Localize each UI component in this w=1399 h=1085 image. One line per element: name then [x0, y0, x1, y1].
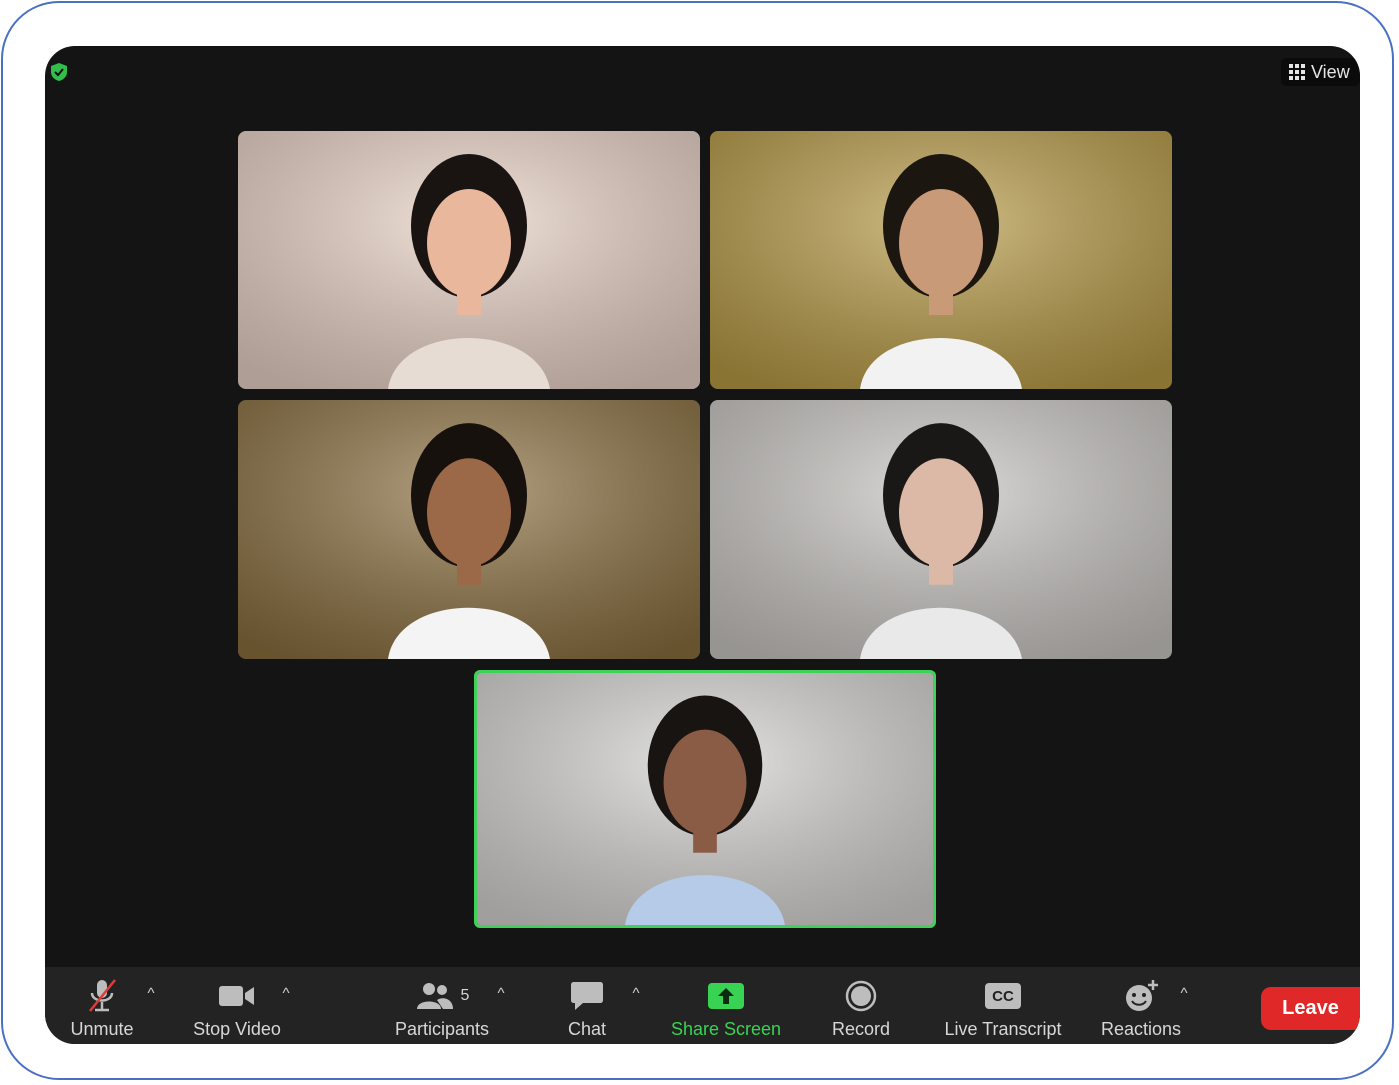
record-label: Record [831, 1019, 891, 1039]
share-screen-button[interactable]: Share Screen [667, 967, 785, 1044]
participant-2-video-frame [710, 131, 1172, 389]
live-transcript-label: Live Transcript [944, 1019, 1062, 1039]
participants-options-caret[interactable]: ^ [493, 985, 509, 1002]
participants-count: 5 [460, 987, 470, 1004]
record-icon [845, 980, 877, 1012]
meeting-toolbar: Unmute ^ Stop Video ^ 5 Participants ^ C… [45, 967, 1360, 1044]
zoom-meeting-window: View Unmute ^ Stop Video ^ 5 Participant… [45, 46, 1360, 1044]
video-tile-participant-1[interactable] [238, 131, 700, 389]
encryption-shield-icon[interactable] [49, 62, 69, 82]
leave-button[interactable]: Leave [1261, 987, 1360, 1030]
unmute-button[interactable]: Unmute [65, 967, 139, 1044]
share-screen-icon [708, 983, 744, 1009]
chat-button[interactable]: Chat [563, 967, 611, 1044]
stop-video-label: Stop Video [193, 1019, 281, 1039]
participants-label: Participants [394, 1019, 490, 1039]
view-label: View [1311, 61, 1350, 82]
reactions-label: Reactions [1100, 1019, 1182, 1039]
audio-options-caret[interactable]: ^ [143, 985, 159, 1002]
add-reaction-icon [1126, 980, 1158, 1011]
chat-label: Chat [567, 1019, 607, 1039]
muted-microphone-icon [89, 979, 116, 1012]
participants-button[interactable]: 5 Participants [387, 967, 497, 1044]
closed-captions-icon: CC [985, 983, 1021, 1009]
grid-icon [1289, 64, 1305, 80]
video-tile-participant-2[interactable] [710, 131, 1172, 389]
participants-icon [416, 983, 453, 1009]
unmute-label: Unmute [70, 1019, 134, 1039]
reactions-button[interactable]: Reactions [1095, 967, 1187, 1044]
share-screen-label: Share Screen [670, 1019, 782, 1039]
video-camera-icon [219, 986, 254, 1006]
video-tile-active-speaker[interactable] [474, 670, 936, 928]
participant-1-video-frame [238, 131, 700, 389]
record-button[interactable]: Record [827, 967, 895, 1044]
view-button[interactable]: View [1281, 58, 1360, 86]
device-frame: View Unmute ^ Stop Video ^ 5 Participant… [1, 1, 1394, 1080]
video-tile-participant-3[interactable] [238, 400, 700, 659]
video-options-caret[interactable]: ^ [278, 985, 294, 1002]
chat-options-caret[interactable]: ^ [628, 985, 644, 1002]
participant-3-video-frame [238, 400, 700, 659]
participant-5-active-speaker-video-frame [477, 673, 933, 925]
reactions-options-caret[interactable]: ^ [1176, 985, 1192, 1002]
live-transcript-button[interactable]: CC Live Transcript [938, 967, 1068, 1044]
stop-video-button[interactable]: Stop Video [187, 967, 287, 1044]
participant-4-video-frame [710, 400, 1172, 659]
chat-bubble-icon [571, 982, 603, 1010]
video-tile-participant-4[interactable] [710, 400, 1172, 659]
